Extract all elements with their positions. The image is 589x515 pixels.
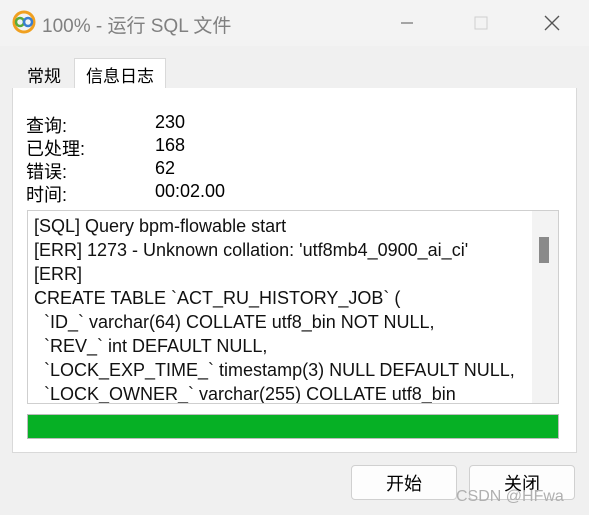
- progress-bar: [27, 414, 559, 439]
- log-line: [ERR] 1273 - Unknown collation: 'utf8mb4…: [34, 240, 469, 260]
- minimize-button[interactable]: [372, 0, 442, 46]
- time-label: 时间:: [26, 185, 68, 205]
- log-line: `LOCK_OWNER_` varchar(255) COLLATE utf8_…: [34, 384, 456, 404]
- log-line: [SQL] Query bpm-flowable start: [34, 216, 287, 236]
- queries-value: 230: [155, 112, 186, 132]
- tab-general[interactable]: 常规: [14, 60, 74, 88]
- watermark: CSDN @HFwa: [456, 488, 564, 505]
- maximize-icon: [474, 16, 488, 30]
- log-output[interactable]: [SQL] Query bpm-flowable start [ERR] 127…: [27, 210, 559, 404]
- close-window-button[interactable]: [517, 0, 587, 46]
- minimize-icon: [401, 22, 413, 24]
- log-text: [SQL] Query bpm-flowable start [ERR] 127…: [34, 214, 515, 404]
- navicat-icon: [12, 10, 36, 34]
- log-line: [ERR]: [34, 264, 83, 284]
- time-value: 00:02.00: [155, 181, 226, 201]
- log-line: `ID_` varchar(64) COLLATE utf8_bin NOT N…: [34, 312, 435, 332]
- window-title: 100% - 运行 SQL 文件: [42, 16, 232, 37]
- maximize-button: [446, 0, 516, 46]
- close-icon: [544, 15, 560, 31]
- progress-fill: [28, 415, 558, 438]
- log-scrollbar[interactable]: [532, 211, 558, 403]
- log-line: `LOCK_EXP_TIME_` timestamp(3) NULL DEFAU…: [34, 360, 515, 380]
- processed-value: 168: [155, 135, 186, 155]
- scrollbar-thumb[interactable]: [539, 237, 549, 263]
- start-button[interactable]: 开始: [351, 465, 457, 500]
- errors-value: 62: [155, 158, 176, 178]
- log-line: `REV_` int DEFAULT NULL,: [34, 336, 268, 356]
- title-bar: 100% - 运行 SQL 文件: [0, 0, 589, 46]
- tab-info-log[interactable]: 信息日志: [74, 58, 166, 89]
- log-line: CREATE TABLE `ACT_RU_HISTORY_JOB` (: [34, 288, 401, 308]
